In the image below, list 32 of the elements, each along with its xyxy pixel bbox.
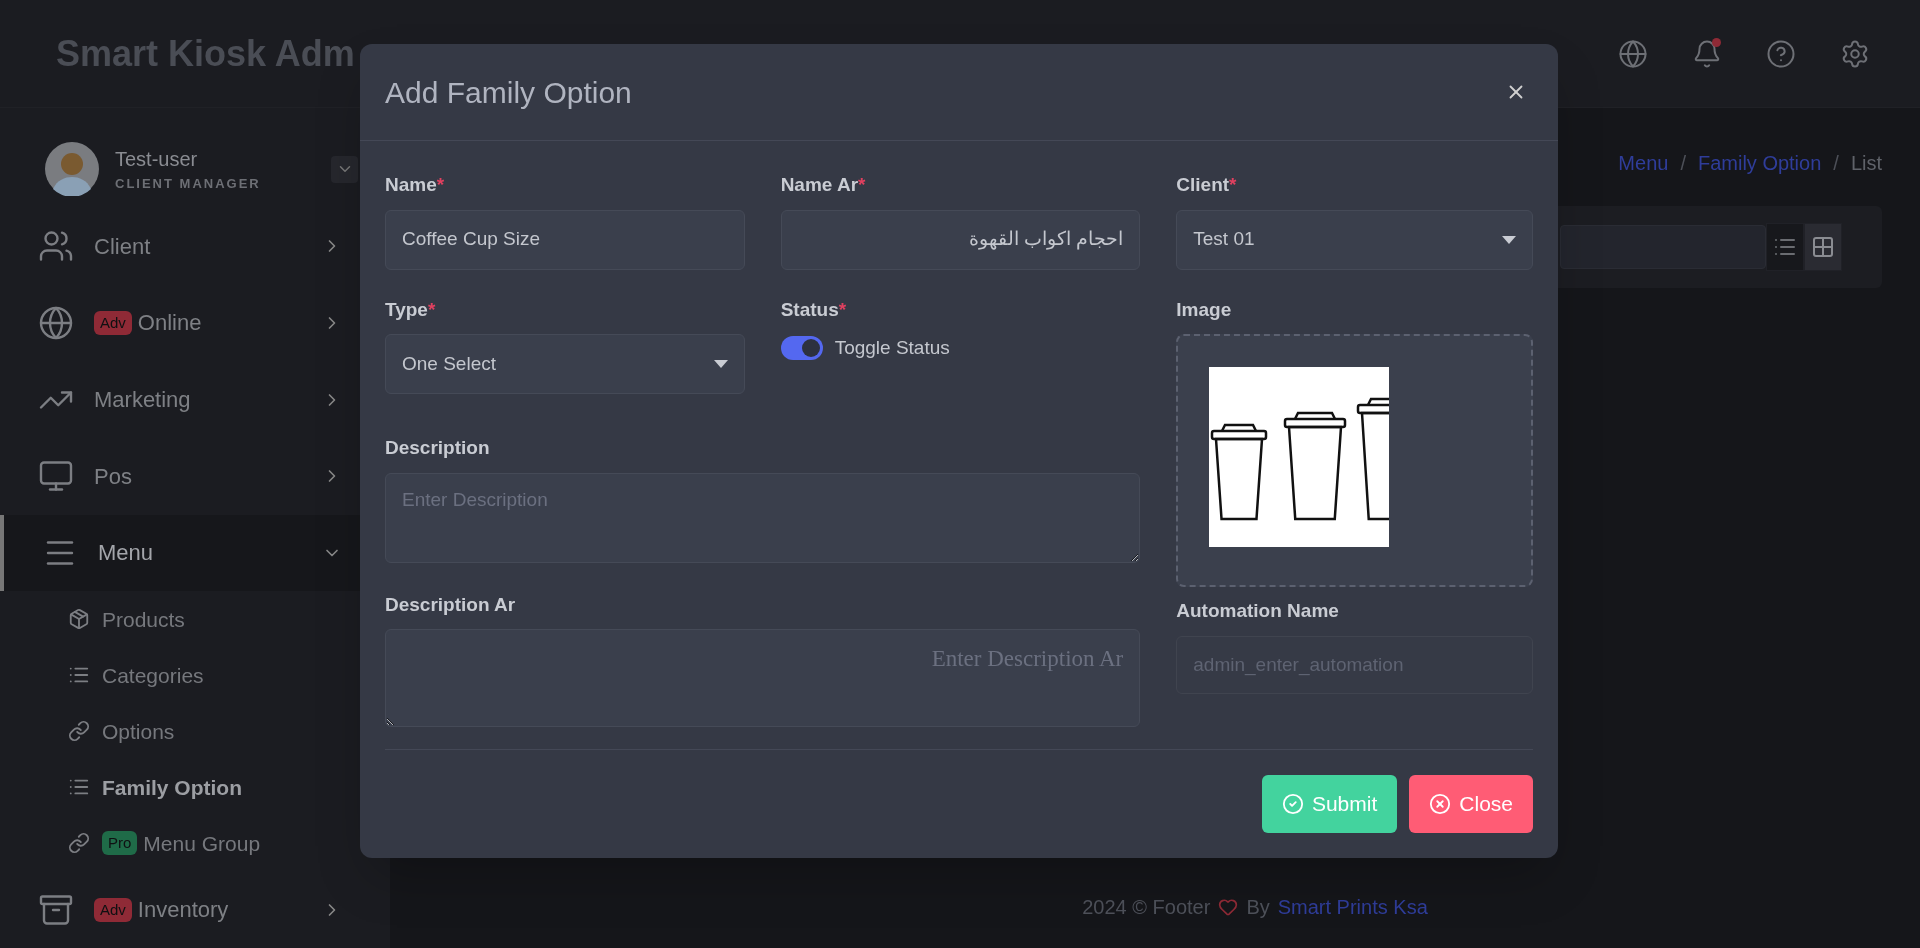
tag: Adv: [94, 311, 132, 335]
field-label: Status*: [780, 297, 848, 322]
field-label: Image: [1176, 297, 1233, 322]
sidebar-label: Inventory: [137, 896, 229, 925]
field-label: Type*: [385, 297, 437, 322]
sidebar-label: Marketing: [94, 386, 191, 415]
user-role: CLIENT MANAGER: [115, 175, 261, 194]
tag: Pro: [102, 831, 138, 856]
field-label: Description Ar: [385, 592, 517, 617]
sidebar-label: Online: [137, 309, 202, 338]
submenu-label: Options: [102, 718, 175, 745]
submenu-label: Menu Group: [143, 830, 261, 857]
breadcrumb-separator: /: [1680, 151, 1686, 176]
field-label: Name*: [385, 173, 446, 197]
submenu-label: Categories: [102, 662, 204, 689]
sidebar-label: Menu: [98, 539, 154, 568]
footer-text: 2024 © Footer: [1082, 895, 1211, 920]
breadcrumb-separator: /: [1833, 151, 1839, 176]
sidebar-label: Client: [94, 232, 151, 261]
user-name: Test-user: [115, 147, 199, 173]
modal-title: Add Family Option: [385, 74, 632, 111]
toggle-label: Toggle Status: [834, 336, 950, 360]
field-label: Automation Name: [1176, 599, 1340, 623]
field-label: Description: [385, 436, 491, 460]
sidebar-label: Pos: [94, 462, 132, 491]
tag: Adv: [94, 897, 132, 922]
submenu-label: Products: [102, 606, 185, 633]
field-label: Client*: [1176, 173, 1238, 197]
footer-text: By: [1246, 895, 1270, 920]
field-label: Name Ar*: [780, 173, 867, 197]
submenu-label: Family Option: [102, 774, 242, 801]
breadcrumb-current: List: [1850, 151, 1882, 176]
